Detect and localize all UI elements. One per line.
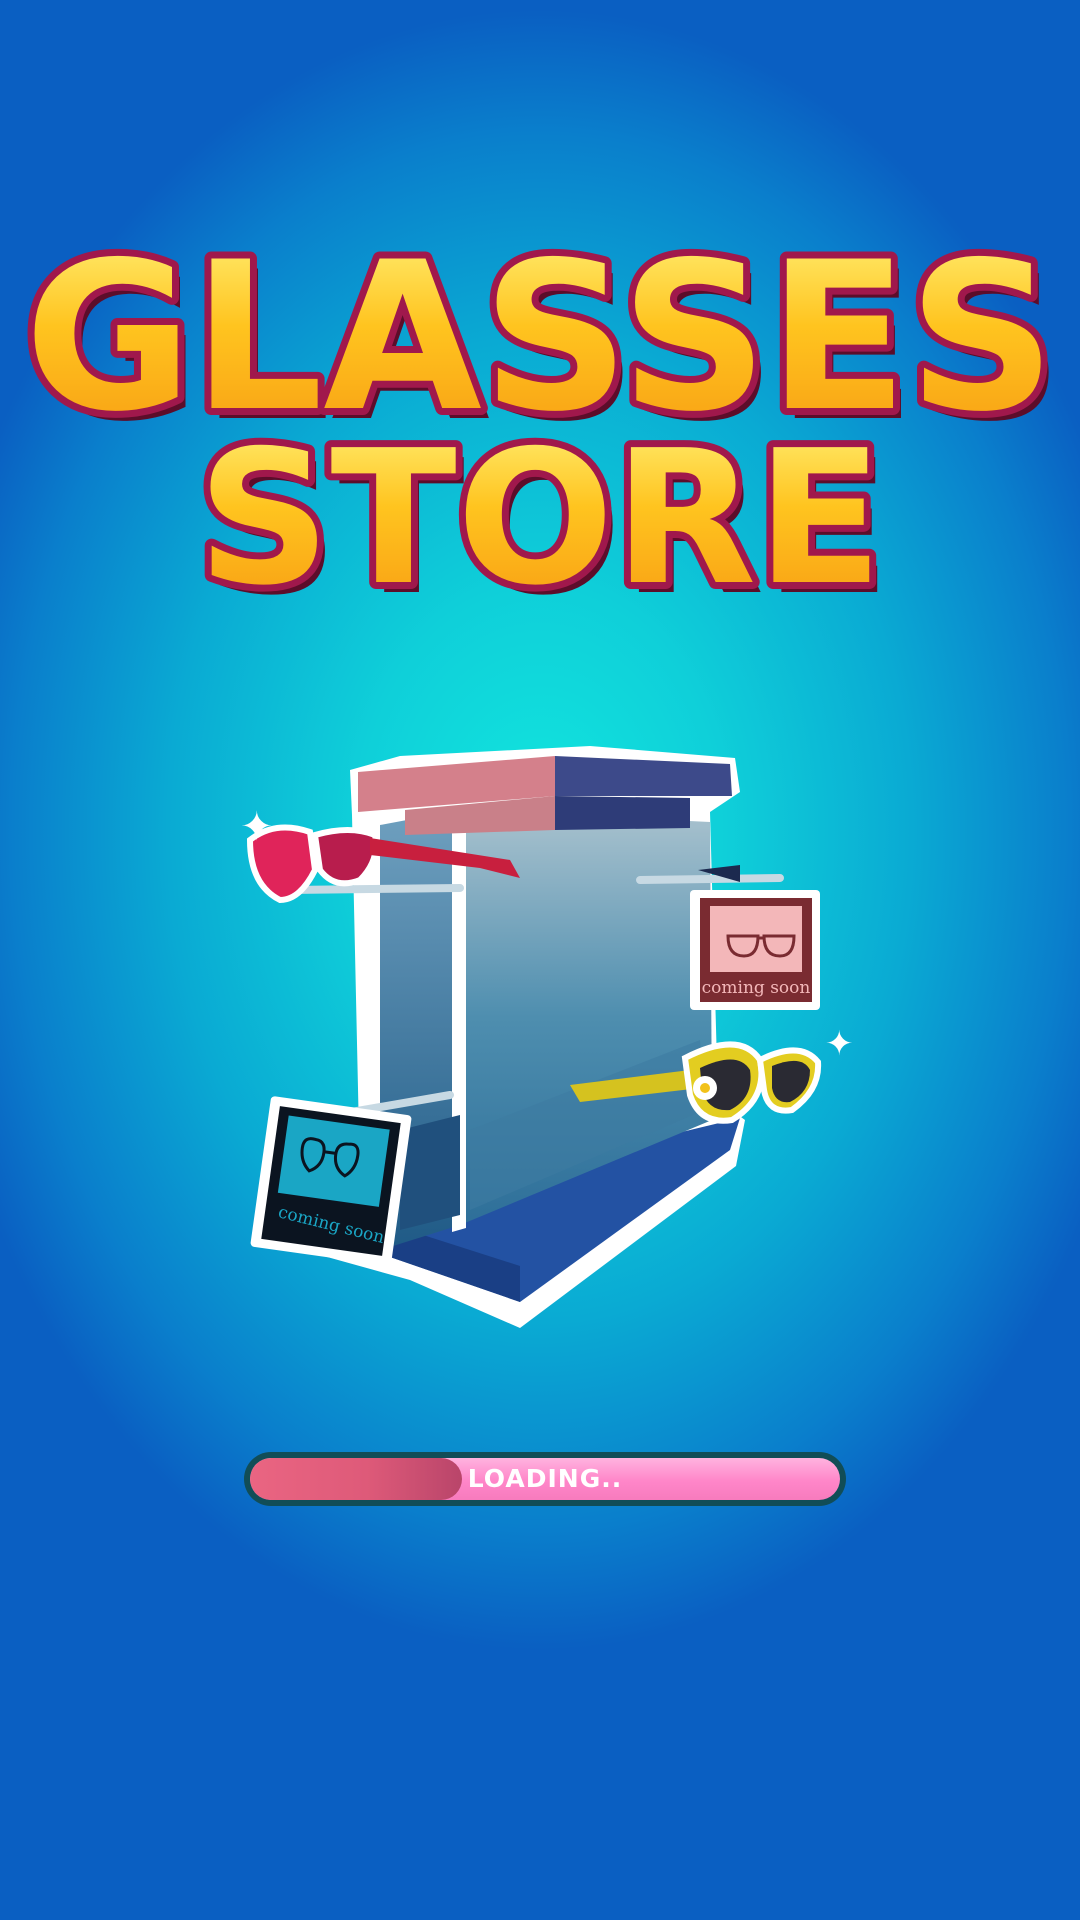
stand-top	[358, 756, 732, 835]
left-sign: coming soon	[250, 1096, 412, 1266]
loading-screen: GLASSES GLASSES STORE STORE ✦ coming soo…	[0, 0, 1080, 1920]
right-sign-label: coming soon	[702, 978, 811, 998]
title-line2: STORE	[197, 410, 883, 620]
loading-progress-bar: LOADING..	[244, 1452, 846, 1506]
sparkle-icon: ✦	[240, 804, 274, 850]
game-logo: GLASSES GLASSES STORE STORE	[0, 200, 1080, 620]
sparkle-icon: ✦	[825, 1024, 854, 1064]
loading-track: LOADING..	[250, 1458, 840, 1500]
glasses-display-stand: ✦ coming soon ✦ coming soon	[220, 710, 860, 1340]
loading-label: LOADING..	[467, 1464, 623, 1493]
